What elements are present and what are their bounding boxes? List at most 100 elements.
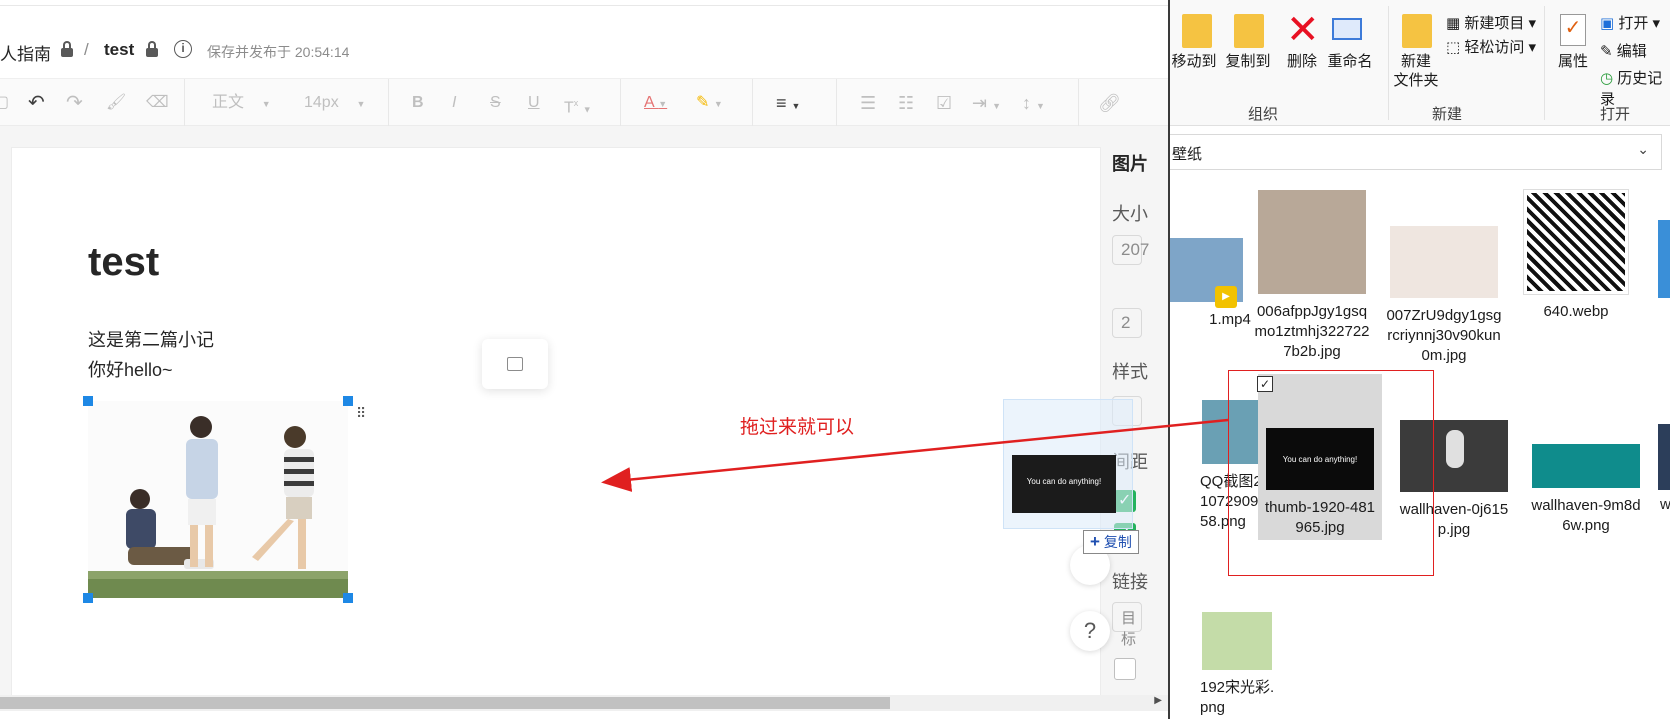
drag-ghost-thumbnail: You can do anything!: [1012, 455, 1116, 513]
task-list-icon[interactable]: ☑: [936, 93, 952, 113]
indent-icon[interactable]: ⇥ ▼: [972, 93, 1001, 116]
file-item[interactable]: ▶ 1.mp4: [1170, 190, 1256, 330]
bullet-list-icon[interactable]: ☰: [860, 93, 876, 113]
properties-icon: ✓: [1560, 14, 1586, 46]
align-left-icon[interactable]: ≡ ▼: [776, 93, 800, 116]
file-item[interactable]: 006afppJgy1gsqmo1ztmhj3227227b2b.jpg: [1250, 190, 1374, 362]
lock-icon: [145, 41, 159, 57]
format-painter-icon[interactable]: 🖌︎: [106, 93, 126, 113]
breadcrumb-space[interactable]: 人指南: [0, 40, 51, 65]
panel-header: 图片: [1112, 154, 1148, 174]
edit-button[interactable]: ✎ 编辑: [1600, 40, 1647, 61]
style-label: 样式: [1112, 362, 1148, 382]
easy-access-button[interactable]: ⬚ 轻松访问 ▾: [1446, 36, 1536, 57]
resize-handle-tl[interactable]: [83, 396, 93, 406]
size-label: 大小: [1112, 204, 1148, 224]
eraser-icon[interactable]: ⌫: [146, 93, 169, 113]
highlight-icon[interactable]: ✎ ▼: [696, 93, 723, 114]
strikethrough-icon[interactable]: S: [490, 93, 501, 113]
superscript-icon[interactable]: Tx ▼: [564, 93, 592, 119]
photo-thumbnail: [1258, 190, 1366, 294]
partial-thumbnail: [1658, 424, 1670, 490]
resize-handle-tr[interactable]: [343, 396, 353, 406]
qr-thumbnail: [1523, 189, 1629, 295]
copy-to-icon: [1234, 14, 1264, 48]
new-item-button[interactable]: ▦ 新建项目 ▾: [1446, 12, 1536, 33]
open-icon: ▣: [1600, 15, 1615, 32]
scrollbar-thumb[interactable]: [0, 697, 890, 709]
underline-icon[interactable]: U: [528, 93, 540, 113]
lock-icon: [60, 41, 74, 57]
size-input[interactable]: 207: [1112, 235, 1149, 265]
file-name: wallhaven-9m8d6w.png: [1531, 497, 1641, 534]
rename-button[interactable]: 重命名: [1320, 52, 1380, 71]
history-icon: ◷: [1600, 70, 1614, 87]
group-photo: [88, 401, 348, 598]
delete-icon: ✕: [1286, 8, 1320, 52]
move-to-button[interactable]: 移动到: [1170, 52, 1224, 71]
info-icon[interactable]: i: [174, 40, 192, 58]
move-to-icon: [1182, 14, 1212, 48]
address-bar[interactable]: 壁纸 ⌄: [1170, 134, 1662, 170]
properties-button[interactable]: 属性: [1550, 52, 1596, 71]
resize-handle-bl[interactable]: [83, 593, 93, 603]
file-explorer-window: 移动到 复制到 ✕ 删除 重命名 组织 新建 文件夹 ▦ 新建项目 ▾ ⬚ 轻松…: [1168, 0, 1670, 719]
copy-badge: + 复制: [1083, 530, 1139, 554]
redo-icon[interactable]: ↷: [66, 93, 83, 113]
new-folder-button[interactable]: 新建 文件夹: [1386, 52, 1446, 90]
drag-handle-icon[interactable]: ⠿: [356, 406, 367, 420]
edit-icon: ✎: [1600, 43, 1613, 60]
paragraph-style-select[interactable]: 正文 ▼: [212, 93, 271, 114]
photo-thumbnail: [1202, 612, 1272, 670]
horizontal-scrollbar[interactable]: ▶: [0, 695, 1168, 711]
address-text: 壁纸: [1172, 146, 1203, 163]
undo-icon[interactable]: ↶: [28, 93, 45, 113]
scroll-right-icon[interactable]: ▶: [1154, 695, 1162, 706]
photo-thumbnail: [1390, 226, 1498, 298]
insert-file-button[interactable]: [482, 339, 548, 389]
teal-thumbnail: [1532, 444, 1640, 488]
paragraph-1[interactable]: 这是第二篇小记: [88, 326, 214, 352]
editor-toolbar: ▢ ↶ ↷ 🖌︎ ⌫ 正文 ▼ 14px ▼ B I S U Tx ▼ A ▼ …: [0, 78, 1168, 127]
drag-ghost: You can do anything!: [1003, 399, 1133, 529]
file-name: 192宋光彩.png: [1200, 679, 1275, 716]
doc-header: 人指南 / test i 保存并发布于 20:54:14: [0, 6, 1168, 78]
selection-checkbox[interactable]: ✓: [1257, 376, 1273, 392]
file-item[interactable]: 192宋光彩.png: [1170, 612, 1274, 718]
paragraph-2[interactable]: 你好hello~: [88, 356, 173, 382]
editor-window: 人指南 / test i 保存并发布于 20:54:14 ▢ ↶ ↷ 🖌︎ ⌫ …: [0, 0, 1168, 719]
file-item[interactable]: 640.webp: [1514, 189, 1638, 322]
open-button[interactable]: ▣ 打开 ▾: [1600, 12, 1660, 33]
delete-button[interactable]: 删除: [1280, 52, 1324, 71]
copy-to-button[interactable]: 复制到: [1218, 52, 1278, 71]
file-item[interactable]: 007ZrU9dgy1gsgrcriynnj30v90kun0m.jpg: [1382, 190, 1506, 366]
file-item[interactable]: wallhaven-9m8d6w.png: [1524, 400, 1648, 536]
annotation-text: 拖过来就可以: [740, 417, 855, 438]
font-size-select[interactable]: 14px ▼: [304, 93, 365, 114]
link-input[interactable]: 目标: [1112, 602, 1142, 648]
inserted-image[interactable]: [83, 396, 353, 603]
player-icon: ▶: [1215, 286, 1237, 308]
line-height-icon[interactable]: ↕ ▼: [1022, 93, 1045, 116]
file-icon: [507, 357, 523, 371]
save-icon[interactable]: ▢: [0, 93, 9, 113]
ordered-list-icon[interactable]: ☷: [898, 93, 914, 113]
organize-group-label: 组织: [1248, 106, 1279, 123]
partial-file-name: w: [1660, 496, 1670, 513]
partial-thumbnail: [1658, 220, 1670, 298]
resize-handle-br[interactable]: [343, 593, 353, 603]
video-thumbnail: ▶: [1170, 238, 1243, 308]
breadcrumb-doc[interactable]: test: [104, 40, 134, 60]
bold-icon[interactable]: B: [412, 93, 424, 113]
chevron-down-icon[interactable]: ⌄: [1637, 141, 1649, 158]
rename-icon: [1332, 18, 1362, 40]
link-icon[interactable]: 🔗︎: [1098, 93, 1121, 113]
second-input[interactable]: 2: [1112, 308, 1142, 338]
file-name: 1.mp4: [1209, 311, 1251, 328]
new-group-label: 新建: [1432, 106, 1463, 123]
help-button[interactable]: ?: [1070, 611, 1110, 651]
font-color-icon[interactable]: A ▼: [644, 93, 667, 114]
link-checkbox[interactable]: [1114, 658, 1136, 680]
doc-title[interactable]: test: [88, 240, 159, 285]
italic-icon[interactable]: I: [452, 93, 456, 113]
